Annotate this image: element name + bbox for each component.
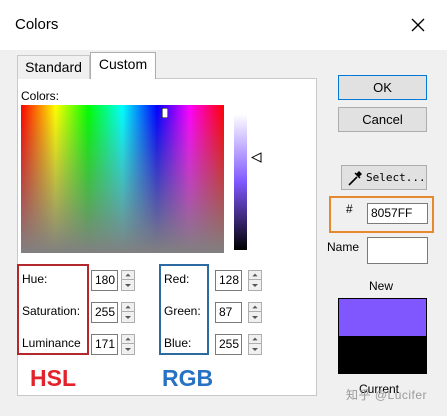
down-arrow-icon[interactable] xyxy=(249,281,261,290)
new-color-swatch xyxy=(339,299,426,336)
rgb-annotation: RGB xyxy=(162,365,214,391)
green-input[interactable]: 87 xyxy=(215,302,242,323)
tab-standard[interactable]: Standard xyxy=(17,55,90,79)
current-color-swatch xyxy=(339,336,426,373)
eyedropper-icon xyxy=(348,171,362,186)
color-preview xyxy=(338,298,427,374)
up-arrow-icon[interactable] xyxy=(122,271,134,280)
blue-input[interactable]: 255 xyxy=(215,334,242,355)
dialog-title: Colors xyxy=(15,16,59,33)
hue-stepper[interactable] xyxy=(121,270,135,291)
select-button[interactable]: Select... xyxy=(341,165,427,190)
crosshair-icon xyxy=(162,108,168,118)
hex-input[interactable]: 8057FF xyxy=(367,203,428,224)
down-arrow-icon[interactable] xyxy=(122,281,134,290)
up-arrow-icon[interactable] xyxy=(249,335,261,344)
rgb-highlight-box xyxy=(159,264,209,355)
hsl-highlight-box xyxy=(17,264,89,355)
green-stepper[interactable] xyxy=(248,302,262,323)
tab-custom[interactable]: Custom xyxy=(90,52,156,79)
luminance-slider[interactable] xyxy=(234,114,247,250)
blue-stepper[interactable] xyxy=(248,334,262,355)
saturation-stepper[interactable] xyxy=(121,302,135,323)
down-arrow-icon[interactable] xyxy=(249,313,261,322)
luminance-input[interactable]: 171 xyxy=(91,334,118,355)
name-input[interactable] xyxy=(367,237,428,264)
red-stepper[interactable] xyxy=(248,270,262,291)
up-arrow-icon[interactable] xyxy=(249,271,261,280)
ok-button[interactable]: OK xyxy=(338,75,427,100)
up-arrow-icon[interactable] xyxy=(122,303,134,312)
select-button-label: Select... xyxy=(366,171,426,184)
up-arrow-icon[interactable] xyxy=(249,303,261,312)
color-spectrum[interactable] xyxy=(21,105,224,253)
title-bar: Colors xyxy=(0,0,447,50)
hex-hash-label: # xyxy=(346,202,353,216)
new-color-label: New xyxy=(369,279,394,293)
colors-label: Colors: xyxy=(21,89,60,103)
watermark: 知乎 @Lucifer xyxy=(346,388,428,402)
colors-dialog: Colors Standard Custom Colors: Hue: 180 … xyxy=(0,0,447,416)
name-label: Name xyxy=(327,240,360,254)
up-arrow-icon[interactable] xyxy=(122,335,134,344)
hsl-annotation: HSL xyxy=(30,365,76,391)
close-icon[interactable] xyxy=(404,11,432,39)
saturation-input[interactable]: 255 xyxy=(91,302,118,323)
luminance-arrow-icon[interactable] xyxy=(251,152,262,163)
cancel-button[interactable]: Cancel xyxy=(338,107,427,132)
down-arrow-icon[interactable] xyxy=(122,313,134,322)
luminance-stepper[interactable] xyxy=(121,334,135,355)
down-arrow-icon[interactable] xyxy=(122,345,134,354)
hue-input[interactable]: 180 xyxy=(91,270,118,291)
down-arrow-icon[interactable] xyxy=(249,345,261,354)
red-input[interactable]: 128 xyxy=(215,270,242,291)
